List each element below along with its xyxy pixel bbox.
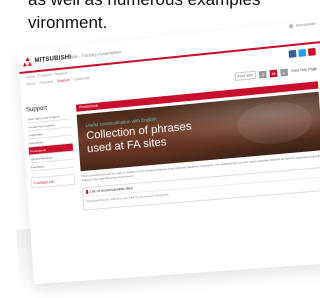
tab-products[interactable]: Products [39, 80, 53, 85]
sidebar: Support Information and Support e-Learni… [26, 103, 76, 189]
three-diamonds-icon [22, 56, 33, 67]
font-size-label: Font size [234, 70, 257, 81]
site-title: Global - Factory Automation [64, 49, 122, 61]
font-size-medium-button[interactable]: M [269, 69, 278, 78]
share-icon[interactable] [307, 47, 316, 56]
page-toolbar: Font size S M L Print This Page [234, 65, 317, 81]
font-size-small-button[interactable]: S [258, 70, 267, 79]
language-selector[interactable]: Worldwide [289, 21, 316, 29]
facebook-icon[interactable] [288, 49, 297, 58]
contact-us-button[interactable]: Contact Us [30, 173, 76, 189]
world-map-image [235, 98, 314, 148]
twitter-icon[interactable] [298, 48, 307, 57]
print-button[interactable]: Print This Page [291, 67, 317, 74]
social-share [288, 47, 316, 58]
tab-home[interactable]: Home [26, 81, 36, 86]
screenshot-stage: MITSUBISHI Global - Factory Automation W… [0, 0, 320, 298]
tab-support[interactable]: Support [57, 78, 70, 83]
web-page: MITSUBISHI Global - Factory Automation W… [18, 19, 320, 285]
font-size-large-button[interactable]: L [280, 67, 289, 76]
main-content: Phrasebook Useful communication with Eng… [75, 81, 320, 211]
tab-download[interactable]: Download [73, 76, 89, 82]
